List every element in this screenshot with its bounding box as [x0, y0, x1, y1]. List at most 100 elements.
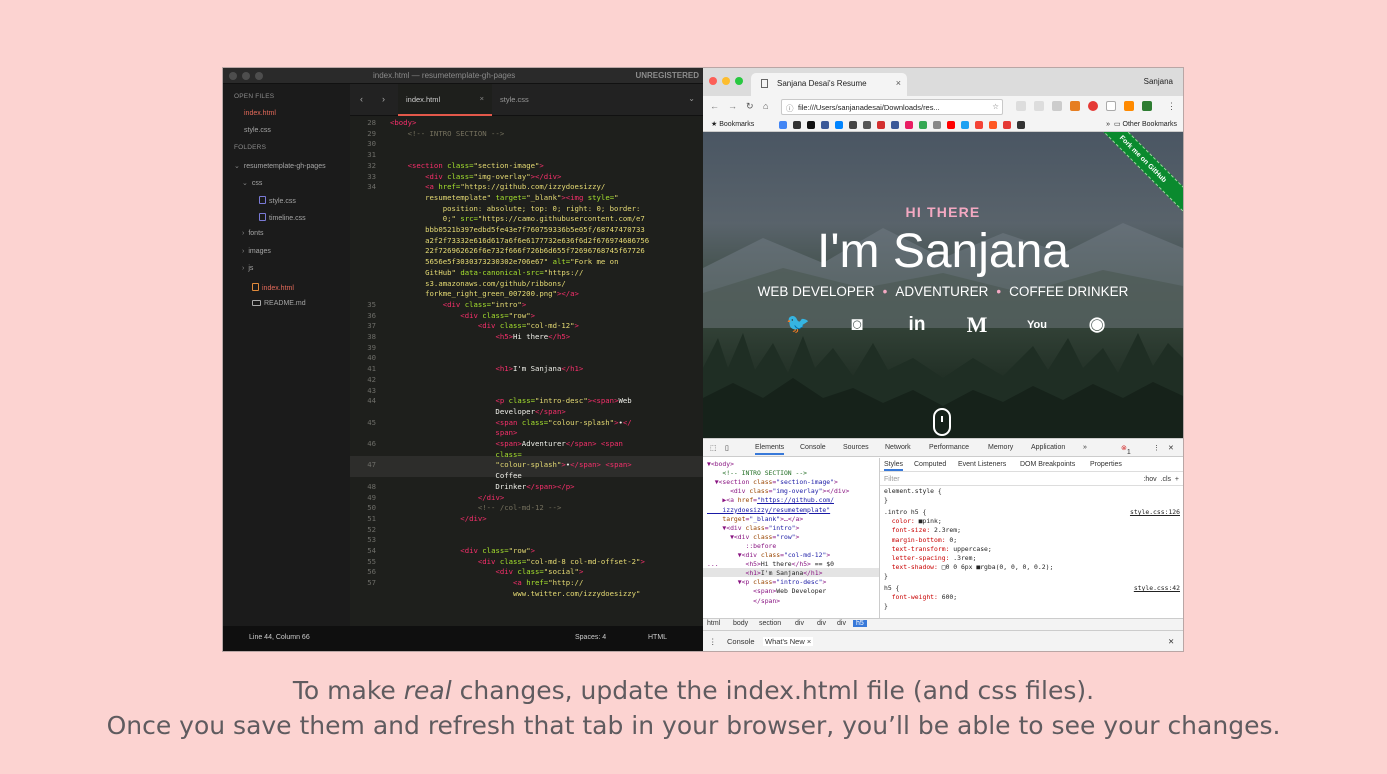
extension-icon[interactable]: [1088, 101, 1098, 111]
bookmark-icon[interactable]: [821, 121, 829, 129]
more-tabs-button[interactable]: »: [1083, 444, 1087, 451]
folder-resumetemplate-gh-pages[interactable]: ⌄ resumetemplate-gh-pages: [234, 162, 326, 170]
profile-name[interactable]: Sanjana: [1144, 77, 1173, 86]
youtube-icon[interactable]: You: [1026, 314, 1048, 336]
extension-icon[interactable]: [1124, 101, 1134, 111]
dom-node[interactable]: ▶<a href="https://github.com/: [707, 496, 834, 505]
crumb-section[interactable]: section: [759, 620, 781, 627]
tab-close-icon[interactable]: ×: [480, 94, 484, 103]
open-file-style-css[interactable]: style.css: [244, 127, 271, 134]
dom-node[interactable]: </span>: [707, 597, 780, 606]
open-file-index-html[interactable]: index.html: [244, 110, 276, 117]
syntax-mode[interactable]: HTML: [648, 634, 667, 641]
github-icon[interactable]: ◉: [1086, 314, 1108, 336]
drawer-tab-whats-new[interactable]: What's New ×: [763, 637, 814, 646]
extension-icon[interactable]: [1052, 101, 1062, 111]
tab-next-button[interactable]: ›: [382, 94, 385, 104]
forward-arrow-icon[interactable]: →: [728, 101, 737, 111]
file-style-css[interactable]: style.css: [259, 196, 296, 205]
bookmark-icon[interactable]: [793, 121, 801, 129]
crumb-h5[interactable]: h5: [853, 620, 867, 627]
bookmark-icon[interactable]: [807, 121, 815, 129]
bookmark-icon[interactable]: [919, 121, 927, 129]
bookmark-icon[interactable]: [835, 121, 843, 129]
kebab-menu-icon[interactable]: ⋮: [1153, 444, 1160, 452]
error-badge[interactable]: ⊗ 1: [1121, 444, 1131, 456]
bookmark-icon[interactable]: [779, 121, 787, 129]
bookmark-icon[interactable]: [961, 121, 969, 129]
file-timeline-css[interactable]: timeline.css: [259, 213, 306, 222]
bookmark-icon[interactable]: [877, 121, 885, 129]
minimize-window-button[interactable]: [242, 72, 250, 80]
extension-icon[interactable]: [1142, 101, 1152, 111]
bookmark-icon[interactable]: [947, 121, 955, 129]
style-declaration[interactable]: color: ■pink;: [884, 517, 942, 526]
dom-node[interactable]: izzydoesizzy/resumetemplate": [707, 506, 830, 515]
twitter-icon[interactable]: 🐦: [786, 314, 810, 336]
tab-application[interactable]: Application: [1031, 444, 1065, 451]
style-rules[interactable]: element.style {} .intro h5 { style.css:126…: [880, 486, 1183, 618]
bookmarks-overflow[interactable]: »: [1106, 121, 1110, 128]
indentation-setting[interactable]: Spaces: 4: [575, 634, 606, 641]
style-declaration[interactable]: .intro h5 {: [884, 508, 926, 517]
medium-icon[interactable]: M: [966, 314, 988, 336]
file-readme-md[interactable]: README.md: [252, 300, 306, 307]
subtab-styles[interactable]: Styles: [884, 460, 904, 472]
bookmark-icon[interactable]: [975, 121, 983, 129]
folder-js[interactable]: › js: [242, 265, 253, 272]
tab-prev-button[interactable]: ‹: [360, 94, 363, 104]
dom-node[interactable]: ▼<section class="section-image">: [707, 478, 838, 487]
close-drawer-icon[interactable]: ✕: [1168, 637, 1174, 646]
style-declaration[interactable]: font-weight: 600;: [884, 593, 957, 602]
folder-images[interactable]: › images: [242, 248, 271, 255]
extension-icon[interactable]: [1070, 101, 1080, 111]
dom-node[interactable]: ... <h5>Hi there</h5> == $0: [707, 560, 834, 569]
scroll-mouse-icon[interactable]: [933, 408, 951, 436]
crumb-div[interactable]: div: [795, 620, 804, 627]
bookmark-icon[interactable]: [905, 121, 913, 129]
address-bar[interactable]: ⓘ file:///Users/sanjanadesai/Downloads/r…: [781, 99, 1003, 115]
style-declaration[interactable]: }: [884, 572, 888, 581]
bookmark-icon[interactable]: [863, 121, 871, 129]
subtab-computed[interactable]: Computed: [914, 460, 946, 469]
style-declaration[interactable]: h5 {: [884, 584, 899, 593]
bookmark-icon[interactable]: [1017, 121, 1025, 129]
zoom-window-button[interactable]: [735, 77, 743, 85]
reload-icon[interactable]: ↻: [746, 101, 754, 112]
close-window-button[interactable]: [229, 72, 237, 80]
extension-icon[interactable]: [1106, 101, 1116, 111]
folder-css[interactable]: ⌄ css: [242, 179, 262, 187]
style-declaration[interactable]: text-transform: uppercase;: [884, 545, 992, 554]
crumb-body[interactable]: body: [733, 620, 748, 627]
style-declaration[interactable]: letter-spacing: .3rem;: [884, 554, 977, 563]
bookmark-star-icon[interactable]: ☆: [992, 102, 999, 111]
tab-sources[interactable]: Sources: [843, 444, 869, 451]
tab-elements[interactable]: Elements: [755, 444, 785, 455]
bookmark-icon[interactable]: [891, 121, 899, 129]
style-declaration[interactable]: margin-bottom: 0;: [884, 536, 957, 545]
minimize-window-button[interactable]: [722, 77, 730, 85]
tab-list-chevron-icon[interactable]: ⌄: [688, 94, 695, 103]
close-window-button[interactable]: [709, 77, 717, 85]
drawer-tab-console[interactable]: Console: [727, 637, 755, 646]
bookmark-icon[interactable]: [933, 121, 941, 129]
zoom-window-button[interactable]: [255, 72, 263, 80]
crumb-div[interactable]: div: [837, 620, 846, 627]
tab-console[interactable]: Console: [800, 444, 826, 451]
dom-node[interactable]: <div class="img-overlay"></div>: [707, 487, 849, 496]
menu-icon[interactable]: ⋮: [1167, 101, 1176, 112]
file-index-html[interactable]: index.html: [252, 283, 294, 292]
back-arrow-icon[interactable]: ←: [710, 101, 719, 111]
bookmark-icon[interactable]: [1003, 121, 1011, 129]
style-declaration[interactable]: element.style {: [884, 487, 942, 496]
tab-performance[interactable]: Performance: [929, 444, 969, 451]
tab-style-css[interactable]: style.css: [492, 84, 582, 116]
dom-node[interactable]: ::before: [707, 542, 776, 551]
close-devtools-icon[interactable]: ✕: [1168, 444, 1174, 452]
style-declaration[interactable]: }: [884, 602, 888, 611]
style-source-link[interactable]: style.css:126: [1130, 508, 1180, 517]
home-icon[interactable]: ⌂: [763, 101, 768, 111]
subtab-dom-breakpoints[interactable]: DOM Breakpoints: [1020, 460, 1075, 469]
crumb-div[interactable]: div: [817, 620, 826, 627]
tab-memory[interactable]: Memory: [988, 444, 1013, 451]
